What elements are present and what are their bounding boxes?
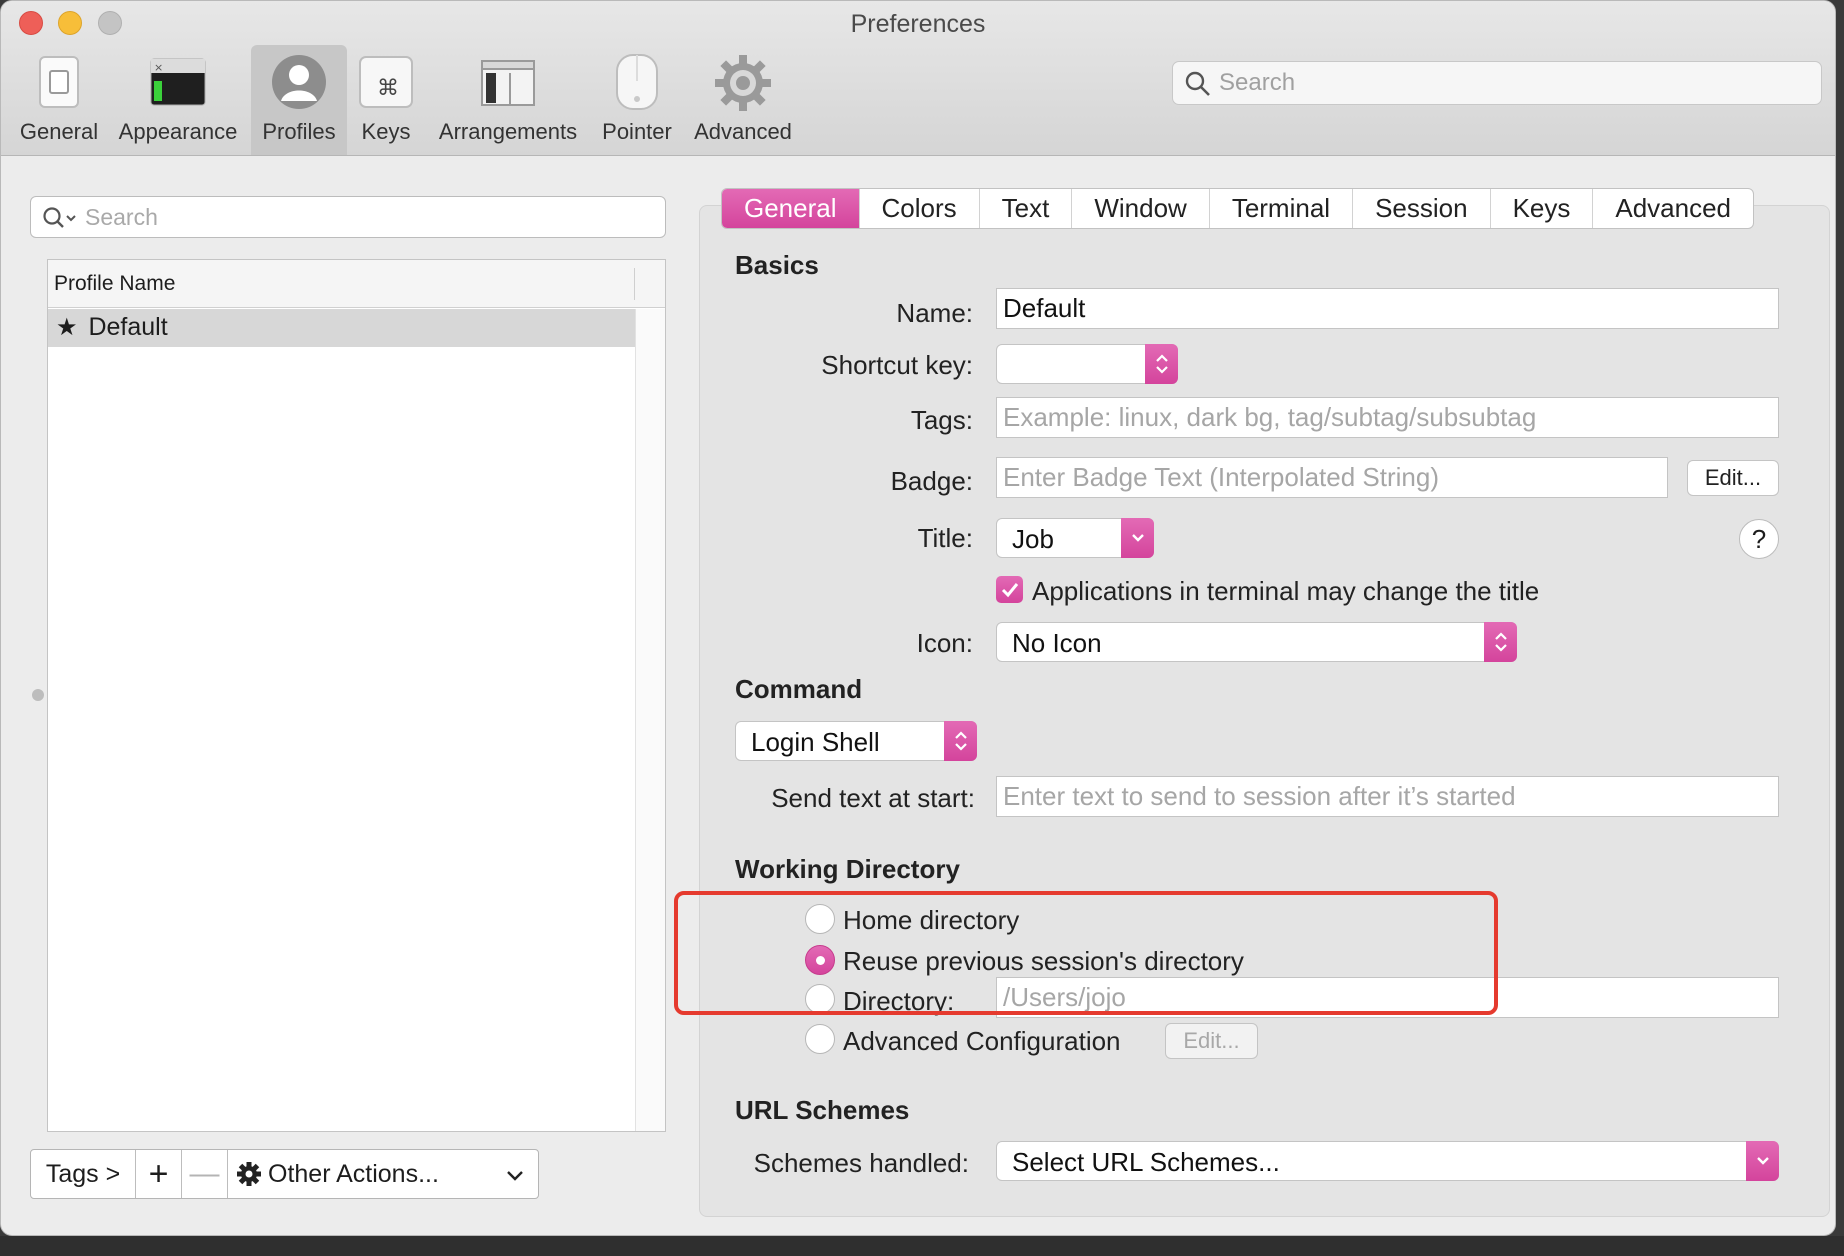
url-schemes-section-title: URL Schemes [735,1095,910,1125]
shortcut-key-popup[interactable] [996,344,1178,384]
toolbar-arrangements-label: Arrangements [438,119,578,144]
tab-colors[interactable]: Colors [860,189,980,228]
profile-tabs: General Colors Text Window Terminal Sess… [721,188,1755,229]
preferences-window: Preferences General × Appearance Profile… [0,0,1836,1236]
profile-list: Profile Name ★ Default [47,259,666,1132]
chevron-down-icon [1746,1141,1779,1181]
command-value: Login Shell [751,727,880,757]
schemes-handled-label: Schemes handled: [753,1148,969,1178]
up-down-arrows-icon [944,721,977,761]
basics-section-title: Basics [735,250,819,280]
toolbar: Preferences General × Appearance Profile… [1,1,1835,156]
remove-profile-button[interactable]: — [182,1150,228,1198]
other-actions-label: Other Actions... [268,1159,439,1188]
toolbar-appearance[interactable]: × Appearance [115,45,241,155]
column-divider [634,268,635,300]
url-schemes-value: Select URL Schemes... [1012,1147,1280,1177]
profile-list-scrollbar[interactable] [635,309,665,1131]
send-text-label: Send text at start: [771,783,975,813]
profile-name-header-label: Profile Name [54,272,176,295]
working-directory-section-title: Working Directory [735,854,960,884]
icon-popup[interactable]: No Icon [996,622,1517,662]
add-profile-button[interactable]: + [136,1150,182,1198]
other-actions-menu[interactable]: Other Actions... [228,1150,538,1198]
general-switch-icon [39,56,79,108]
command-section-title: Command [735,674,863,704]
svg-text:⌘: ⌘ [377,76,399,101]
toolbar-keys[interactable]: ⌘ Keys [351,45,421,155]
advanced-configuration-radio[interactable] [805,1024,835,1054]
search-icon [1185,71,1210,96]
advanced-configuration-edit-button[interactable]: Edit... [1165,1023,1258,1059]
tab-text[interactable]: Text [980,189,1073,228]
checkmark-icon [1001,582,1018,597]
toolbar-appearance-label: Appearance [118,119,238,144]
toolbar-profiles-label: Profiles [262,119,336,144]
title-popup[interactable]: Job [996,518,1154,558]
icon-value: No Icon [1012,628,1102,658]
profiles-user-icon [272,55,326,109]
tab-general[interactable]: General [722,189,860,228]
search-options-icon[interactable] [42,206,82,230]
keys-command-icon: ⌘ [359,56,413,108]
chevron-down-icon [1121,518,1154,558]
toolbar-pointer-label: Pointer [602,119,672,144]
chevron-down-icon [506,1160,524,1189]
url-schemes-popup[interactable]: Select URL Schemes... [996,1141,1779,1181]
pointer-mouse-icon [616,54,658,110]
help-button[interactable]: ? [1739,519,1779,559]
svg-text:×: × [154,61,163,74]
default-star-icon: ★ [56,314,78,341]
tags-label: Tags: [910,405,973,435]
annotation-highlight-box [674,891,1498,1015]
profile-actions-bar: Tags > + — Other Actions... [30,1149,539,1199]
tab-terminal[interactable]: Terminal [1210,189,1354,228]
toolbar-general[interactable]: General [15,45,103,155]
toolbar-general-label: General [19,119,99,144]
title-label: Title: [917,523,973,553]
arrangements-windows-icon [481,60,535,106]
tab-window[interactable]: Window [1072,189,1210,228]
toolbar-pointer[interactable]: Pointer [595,45,679,155]
tab-session[interactable]: Session [1353,189,1491,228]
preferences-search-input[interactable] [1219,66,1809,100]
profile-search-input[interactable] [85,201,645,233]
tags-toggle-button[interactable]: Tags > [31,1150,136,1198]
apps-change-title-label: Applications in terminal may change the … [1032,576,1540,606]
badge-edit-button[interactable]: Edit... [1687,460,1779,496]
command-popup[interactable]: Login Shell [735,721,977,761]
toolbar-advanced-label: Advanced [694,119,792,144]
split-view-handle[interactable] [32,689,44,701]
tags-field[interactable] [996,397,1779,438]
preferences-search [1172,61,1822,105]
toolbar-advanced[interactable]: Advanced [689,45,797,155]
profile-name-column-header[interactable]: Profile Name [48,260,665,308]
window-title: Preferences [850,10,986,38]
tab-advanced[interactable]: Advanced [1593,189,1753,228]
title-value: Job [1012,524,1054,554]
profile-row-name: Default [88,313,168,341]
advanced-configuration-label: Advanced Configuration [843,1026,1121,1056]
badge-field[interactable] [996,457,1668,498]
up-down-arrows-icon [1145,344,1178,384]
shortcut-key-label: Shortcut key: [821,350,973,380]
send-text-field[interactable] [996,776,1779,817]
toolbar-keys-label: Keys [361,119,411,144]
badge-label: Badge: [890,466,973,496]
name-label: Name: [896,298,973,328]
gear-icon [237,1162,261,1186]
advanced-gear-icon [715,55,771,111]
appearance-terminal-icon: × [150,58,206,106]
profile-row-default[interactable]: ★ Default [48,309,635,347]
profile-name-field[interactable] [996,288,1779,329]
toolbar-profiles[interactable]: Profiles [251,45,347,155]
profile-search [30,196,666,238]
desktop-background [0,1236,1844,1256]
toolbar-arrangements[interactable]: Arrangements [433,45,583,155]
up-down-arrows-icon [1484,622,1517,662]
apps-change-title-checkbox[interactable] [996,576,1023,603]
tab-keys[interactable]: Keys [1491,189,1594,228]
icon-label: Icon: [916,628,973,658]
